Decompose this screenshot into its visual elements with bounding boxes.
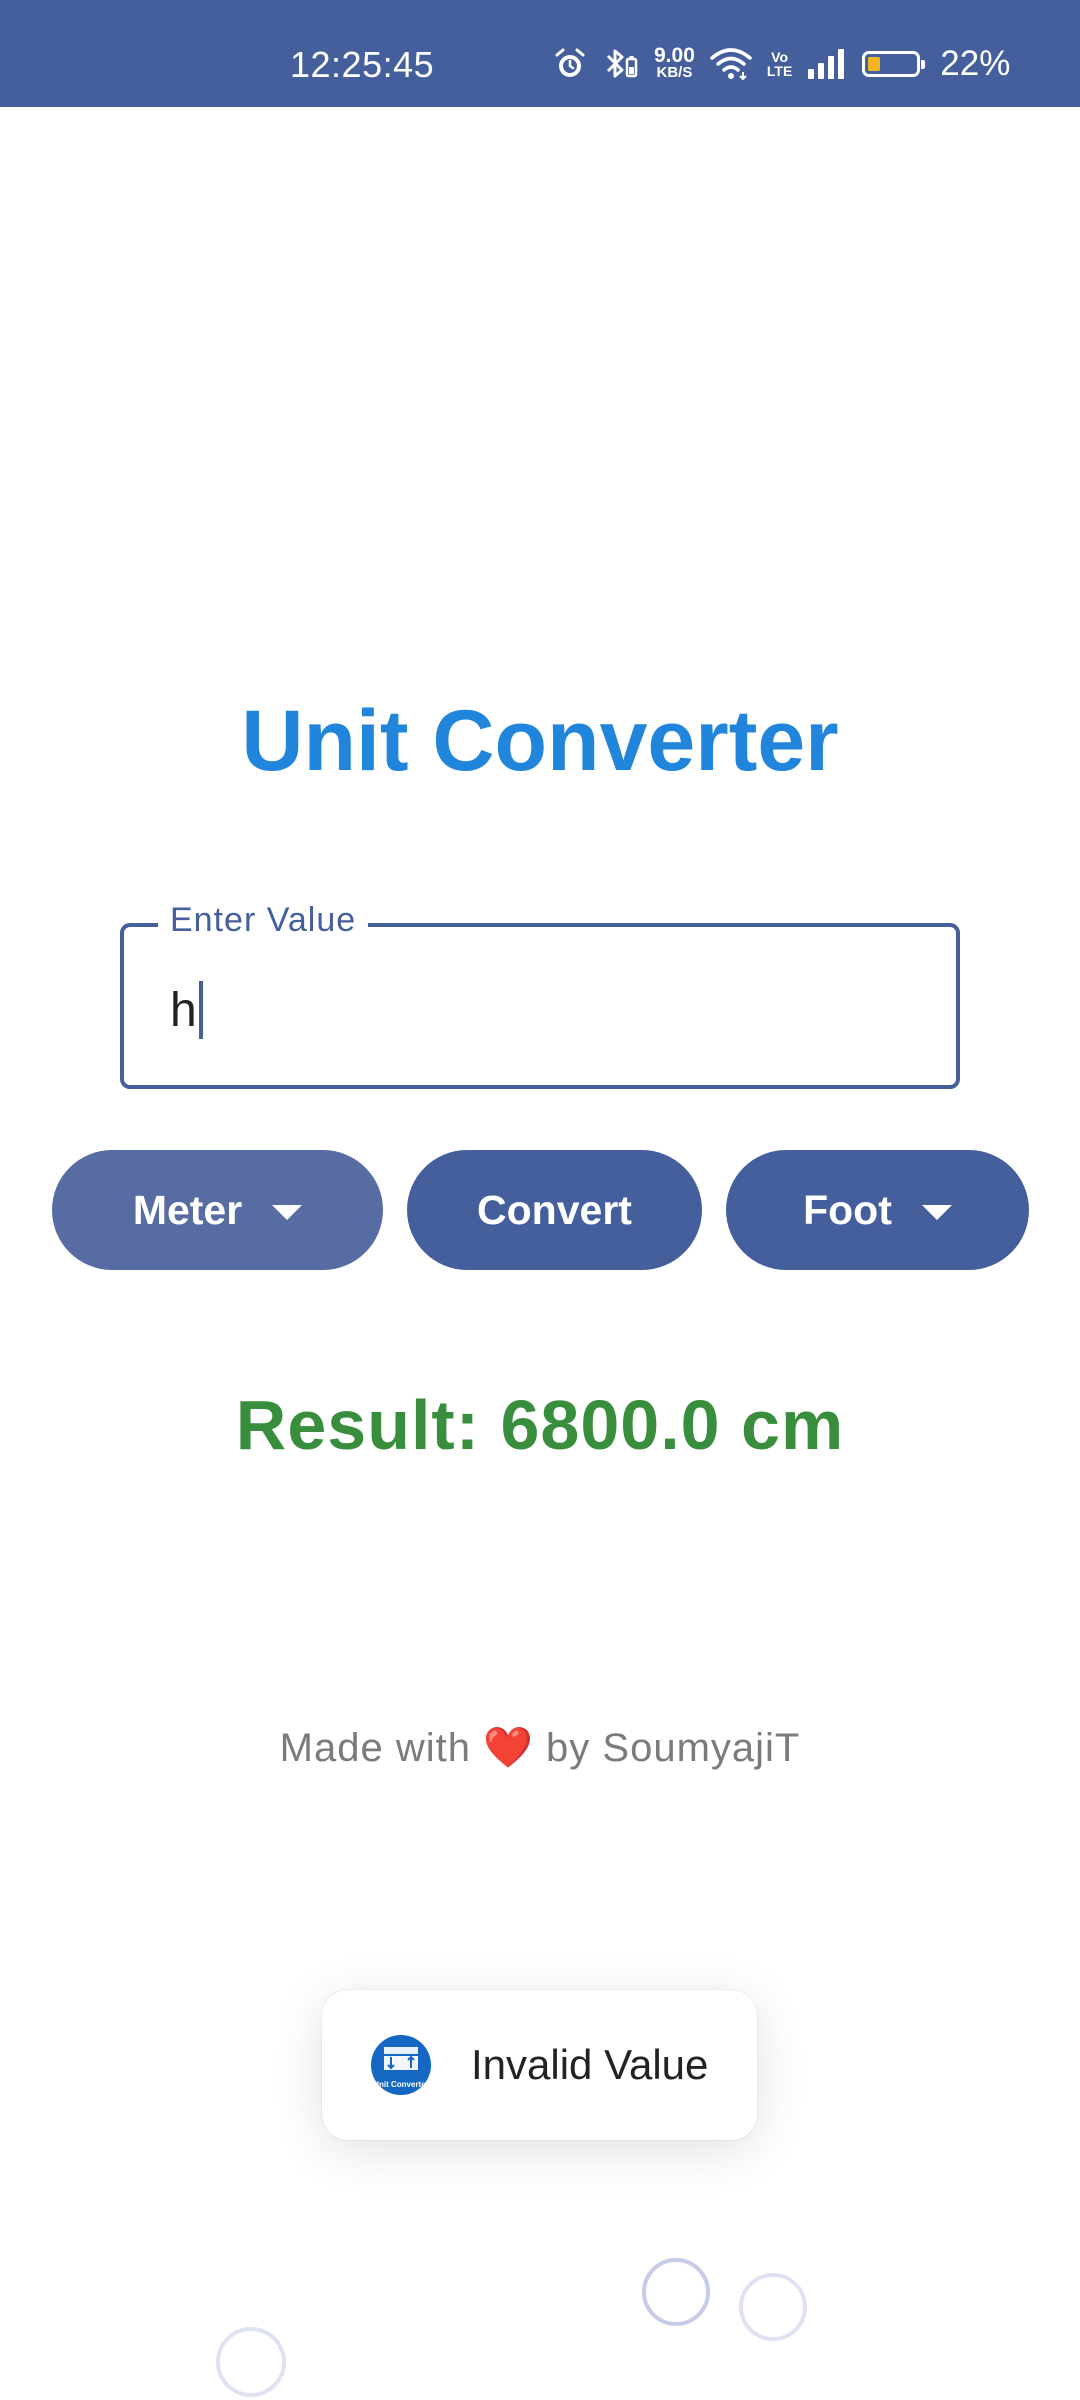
status-bar: 12:25:45 9.00 KB/S Vo LTE 22%: [0, 0, 1080, 107]
convert-label: Convert: [477, 1186, 632, 1233]
status-time: 12:25:45: [290, 44, 435, 85]
convert-button[interactable]: Convert: [407, 1150, 702, 1270]
dropdown-arrow-icon: [272, 1204, 303, 1220]
volte-bottom-label: LTE: [766, 63, 793, 79]
app-icon: Unit Converter: [371, 2035, 431, 2095]
dropdown-arrow-icon: [921, 1204, 952, 1220]
toast-text: Invalid Value: [471, 2041, 709, 2088]
from-unit-dropdown[interactable]: Meter: [52, 1150, 383, 1270]
value-input-text[interactable]: h: [170, 981, 203, 1039]
battery-icon: [862, 51, 926, 77]
page-title: Unit Converter: [241, 693, 839, 789]
credit-text: Made with ❤️ by SoumyajiT: [0, 1724, 1080, 1771]
text-cursor: [198, 981, 203, 1039]
network-speed-unit: KB/S: [656, 64, 693, 81]
network-speed: 9.00 KB/S: [654, 44, 695, 81]
battery-level-fill: [868, 57, 880, 71]
toast-message: Unit Converter Invalid Value: [322, 1990, 757, 2140]
volte-top-label: Vo: [771, 49, 788, 65]
from-unit-label: Meter: [132, 1186, 243, 1233]
alarm-icon: [555, 48, 585, 77]
status-icons: 9.00 KB/S Vo LTE 22%: [552, 40, 1024, 88]
value-input[interactable]: Enter Value h: [120, 901, 960, 1089]
result-text: Result: 6800.0 cm: [235, 1386, 845, 1464]
app-screen: 12:25:45 9.00 KB/S Vo LTE 22% Unit Conve…: [0, 0, 1080, 2400]
touch-indicator: [739, 2273, 807, 2341]
touch-indicator: [216, 2327, 286, 2397]
wifi-icon: [710, 48, 752, 81]
heart-icon: ❤️: [483, 1726, 534, 1770]
network-speed-value: 9.00: [654, 44, 695, 67]
credit-prefix: Made with: [279, 1726, 471, 1770]
value-input-label: Enter Value: [158, 901, 369, 940]
bluetooth-battery-icon: [606, 49, 638, 78]
touch-indicator: [642, 2258, 710, 2326]
credit-suffix: by SoumyajiT: [546, 1726, 801, 1770]
to-unit-dropdown[interactable]: Foot: [726, 1150, 1029, 1270]
volte-icon: Vo LTE: [767, 50, 792, 78]
signal-icon: [808, 49, 845, 79]
app-icon-label: Unit Converter: [373, 2080, 429, 2089]
battery-percent: 22%: [940, 44, 1011, 83]
to-unit-label: Foot: [803, 1186, 892, 1233]
value-input-current: h: [170, 983, 197, 1037]
